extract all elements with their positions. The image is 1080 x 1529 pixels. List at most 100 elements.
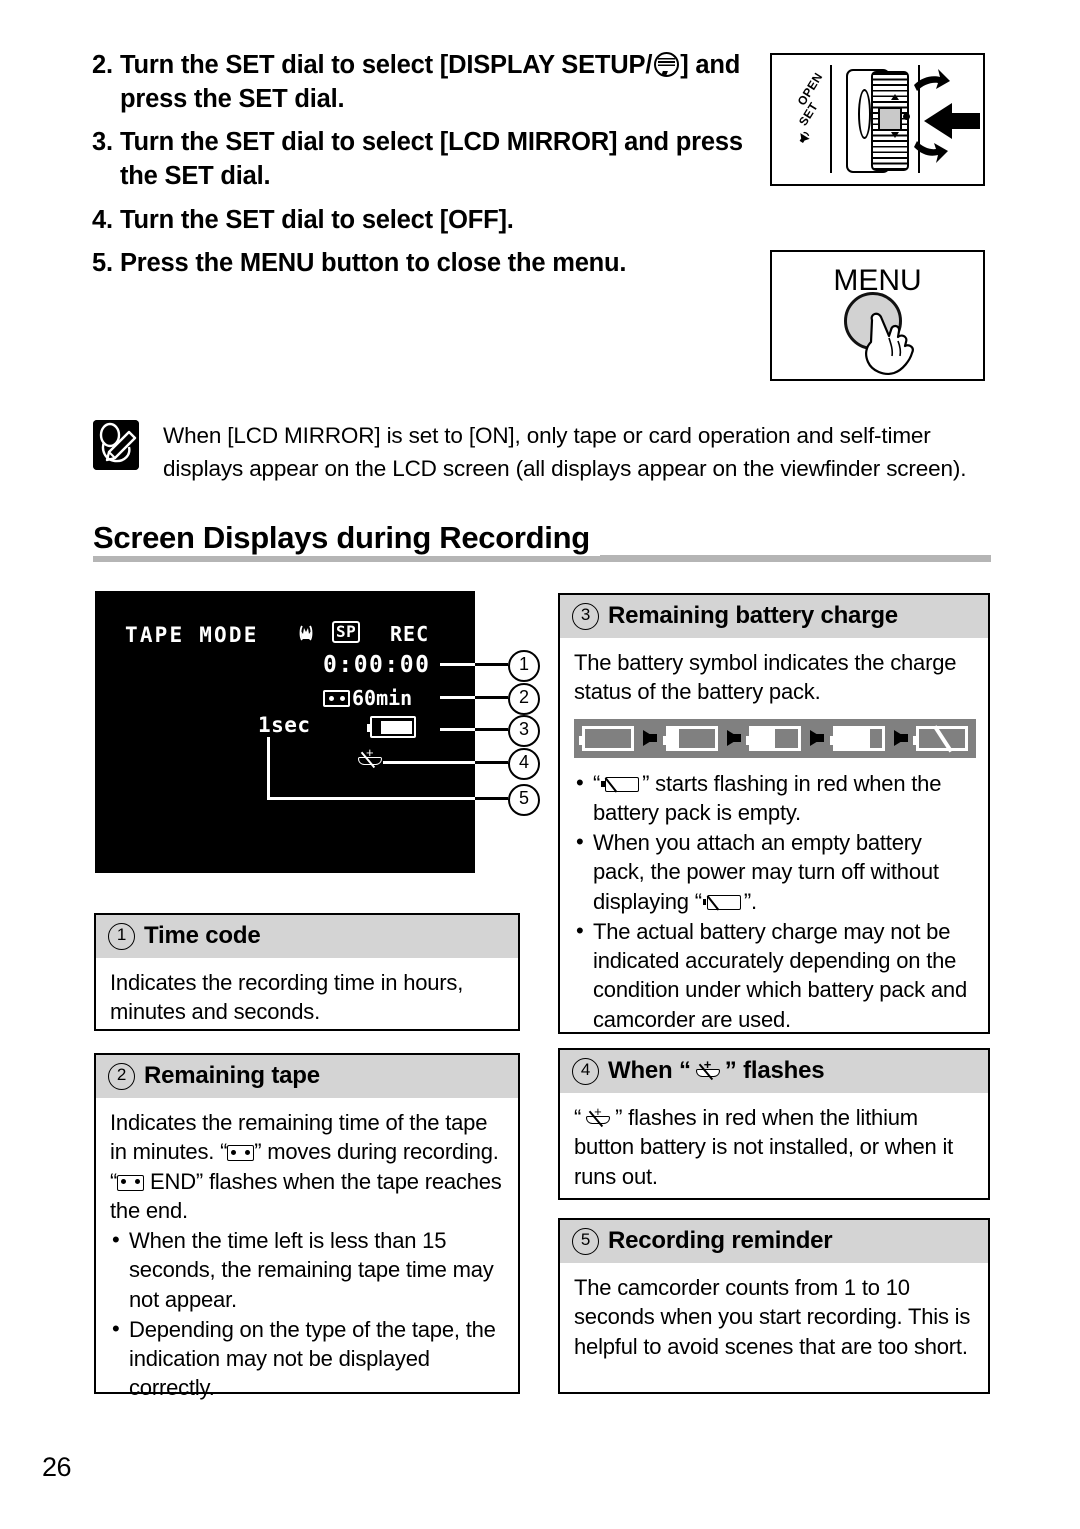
box-title: Recording reminder [608,1227,833,1254]
step-item: 2. Turn the SET dial to select [DISPLAY … [92,48,752,116]
note-text: When [LCD MIRROR] is set to [ON], only t… [163,423,967,481]
bullet-item: When you attach an empty battery pack, t… [574,827,976,916]
step-text: Turn the SET dial to select [DISPLAY SET… [120,48,752,116]
bullet-item: Depending on the type of the tape, the i… [110,1314,506,1403]
box-bullet-list: When the time left is less than 15 secon… [110,1225,506,1403]
leader-line-5-vert [267,737,270,800]
box-number: 3 [572,602,599,630]
section-heading: Screen Displays during Recording [93,520,991,564]
right-arrow-icon [810,730,825,746]
step-number: 4. [92,205,113,234]
empty-battery-icon [702,894,741,910]
tape-text-3: END” flashes when the tape reaches the e… [110,1168,502,1223]
bullet-text-a: When you attach an empty battery pack, t… [593,830,939,914]
right-arrow-icon [643,730,658,746]
leader-line-5-horiz [267,797,475,800]
box-title: When “+” flashes [608,1057,825,1085]
bullet-item: When the time left is less than 15 secon… [110,1225,506,1314]
box-battery-charge: 3 Remaining battery charge The battery s… [558,593,990,1034]
box-body: Indicates the recording time in hours, m… [96,958,518,1037]
battery-icon [367,716,416,738]
page-number: 26 [42,1452,72,1482]
box-recording-reminder: 5 Recording reminder The camcorder count… [558,1218,990,1394]
lithium-battery-icon: + [355,746,385,769]
box-paragraph: Indicates the recording time in hours, m… [110,970,464,1025]
leader-ext-5 [475,797,508,800]
leader-line-4 [383,761,475,764]
box-body: “+” flashes in red when the lithium butt… [560,1093,988,1201]
step-text-before: Turn the SET dial to select [DISPLAY SET… [120,51,653,79]
lithium-battery-icon: + [583,1105,613,1128]
lcd-recording-reminder: 1sec [258,713,311,737]
battery-state-full [579,725,634,751]
box-title: Remaining tape [144,1062,320,1089]
leader-line-1 [440,663,475,666]
speaker-icon [799,131,810,143]
dial-plate-left [830,65,833,173]
box-body: The battery symbol indicates the charge … [560,638,988,1044]
box-paragraph: The battery symbol indicates the charge … [574,650,957,705]
lcd-battery-row [367,716,416,738]
empty-battery-icon [601,776,640,792]
leader-line-2 [440,696,475,699]
step-item: 5. Press the MENU button to close the me… [92,246,752,280]
callout-5: 5 [508,784,540,816]
tape-cassette-icon [323,689,350,707]
page-title: Screen Displays during Recording [93,520,600,556]
image-stabilizer-icon [299,625,313,641]
note-row: When [LCD MIRROR] is set to [ON], only t… [93,420,993,485]
box-number: 4 [572,1057,599,1085]
step-number: 3. [92,128,113,157]
step-list: 2. Turn the SET dial to select [DISPLAY … [92,48,752,289]
lcd-rec-indicator: REC [390,622,430,646]
callout-4: 4 [508,748,540,780]
dial-oval [858,89,871,139]
callout-1: 1 [508,650,540,682]
box-header: 2 Remaining tape [96,1055,518,1098]
battery-progression-strip [574,718,976,758]
step-item: 3. Turn the SET dial to select [LCD MIRR… [92,125,752,193]
box-title: Time code [144,922,261,949]
bullet-item: The actual battery charge may not be ind… [574,916,976,1034]
dial-press-arrow-icon [924,103,980,139]
box-number: 2 [108,1062,135,1090]
box-header: 1 Time code [96,915,518,958]
lcd-mode-label: TAPE MODE [125,623,259,647]
pointing-hand-icon [865,312,914,375]
lcd-quality-badge: SP [332,621,361,643]
lcd-screen-display: TAPE MODE SP REC 0:00:00 60min 1sec + [95,591,475,873]
box-header: 4 When “+” flashes [560,1050,988,1093]
step-number: 5. [92,248,113,277]
title-text-b: ” flashes [724,1057,825,1084]
menu-button-illustration: MENU [770,250,985,381]
box-body: Indicates the remaining time of the tape… [96,1098,518,1413]
box-bullet-list: “” starts flashing in red when the batte… [574,768,976,1034]
callout-3: 3 [508,715,540,747]
box-header: 5 Recording reminder [560,1220,988,1263]
display-setup-icon [654,52,680,77]
lcd-tape-remaining: 60min [352,686,413,710]
box-header: 3 Remaining battery charge [560,595,988,638]
box-number: 5 [572,1227,599,1255]
heading-rule [93,555,991,562]
battery-state-half [746,725,801,751]
box-paragraph: Indicates the remaining time of the tape… [110,1108,506,1225]
bullet-text-a: “ [593,770,601,796]
right-arrow-icon [726,730,741,746]
step-text: Turn the SET dial to select [OFF]. [120,205,514,234]
battery-state-quarter [829,725,885,751]
tape-cassette-icon [227,1145,255,1162]
leader-line-3 [440,728,475,731]
box-time-code: 1 Time code Indicates the recording time… [94,913,520,1031]
lcd-tape-remaining-row: 60min [323,686,412,710]
box-lithium-flash: 4 When “+” flashes “+” flashes in red wh… [558,1048,990,1200]
leader-ext-2 [475,696,508,699]
lcd-timecode: 0:00:00 [323,652,431,678]
step-number: 2. [92,51,113,79]
box-remaining-tape: 2 Remaining tape Indicates the remaining… [94,1053,520,1400]
body-text-b: ” flashes in red when the lithium button… [574,1105,954,1189]
tape-cassette-icon [117,1174,145,1191]
battery-state-empty [913,725,968,751]
leader-ext-3 [475,728,508,731]
bullet-text-b: ”. [743,888,757,914]
